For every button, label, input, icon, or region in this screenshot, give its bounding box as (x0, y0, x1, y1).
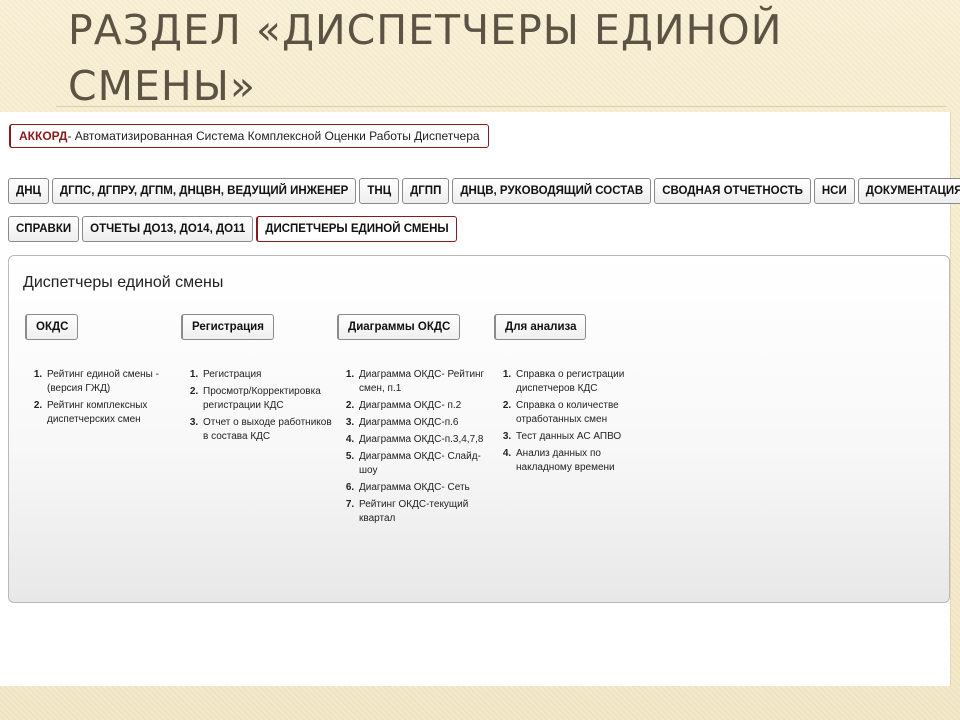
tab-nsi[interactable]: НСИ (813, 178, 855, 204)
list-item[interactable]: Анализ данных по накладному времени (514, 447, 654, 475)
list-item[interactable]: Справка о количестве отработанных смен (514, 399, 654, 427)
tab-summary-reports[interactable]: СВОДНАЯ ОТЧЕТНОСТЬ (654, 178, 811, 204)
app-window: АККОРД - Автоматизированная Система Комп… (0, 112, 960, 686)
okds-diagrams-button[interactable]: Диаграммы ОКДС (337, 314, 461, 340)
registration-button[interactable]: Регистрация (181, 314, 274, 340)
tab-dncv[interactable]: ДНЦВ, РУКОВОДЯЩИЙ СОСТАВ (452, 178, 652, 204)
list-link[interactable]: Диаграмма ОКДС-п.3,4,7,8 (359, 434, 483, 445)
list-link[interactable]: Диаграмма ОКДС- Сеть (359, 482, 470, 493)
slide-title: РАЗДЕЛ «ДИСПЕТЧЕРЫ ЕДИНОЙ СМЕНЫ» (68, 6, 783, 110)
list-link[interactable]: Справка о количестве отработанных смен (516, 400, 619, 425)
analysis-list: Справка о регистрации диспетчеров КДС Сп… (494, 368, 654, 478)
okds-list: Рейтинг единой смены - (версия ГЖД) Рейт… (25, 368, 165, 430)
content-panel: Диспетчеры единой смены ОКДС Регистрация… (8, 255, 950, 603)
tab-row-primary: ДНЦ ДГПС, ДГПРУ, ДГПМ, ДНЦВН, ВЕДУЩИЙ ИН… (8, 178, 960, 204)
list-link[interactable]: Рейтинг ОКДС-текущий квартал (359, 499, 468, 524)
list-link[interactable]: Рейтинг комплексных диспетчерских смен (47, 400, 147, 425)
tab-dgps[interactable]: ДГПС, ДГПРУ, ДГПМ, ДНЦВН, ВЕДУЩИЙ ИНЖЕНЕ… (51, 178, 357, 204)
app-title-box: АККОРД - Автоматизированная Система Комп… (9, 124, 489, 148)
list-item[interactable]: Справка о регистрации диспетчеров КДС (514, 368, 654, 396)
list-link[interactable]: Справка о регистрации диспетчеров КДС (516, 369, 624, 394)
tab-dnc[interactable]: ДНЦ (8, 178, 49, 204)
analysis-button[interactable]: Для анализа (494, 314, 587, 340)
panel-title: Диспетчеры единой смены (23, 274, 224, 291)
app-subtitle: - Автоматизированная Система Комплексной… (67, 129, 480, 143)
tab-documentation[interactable]: ДОКУМЕНТАЦИЯ (857, 178, 960, 204)
tab-references[interactable]: СПРАВКИ (8, 216, 80, 242)
list-link[interactable]: Диаграмма ОКДС- Рейтинг смен, п.1 (359, 369, 484, 394)
list-link[interactable]: Диаграмма ОКДС- п.2 (359, 400, 461, 411)
list-item[interactable]: Отчет о выходе работников в состава КДС (201, 416, 333, 444)
okds-button[interactable]: ОКДС (25, 314, 79, 340)
tab-unified-shift-dispatchers[interactable]: ДИСПЕТЧЕРЫ ЕДИНОЙ СМЕНЫ (256, 216, 457, 242)
list-item[interactable]: Рейтинг единой смены - (версия ГЖД) (45, 368, 165, 396)
list-item[interactable]: Диаграмма ОКДС- Сеть (357, 481, 489, 495)
list-link[interactable]: Рейтинг единой смены - (версия ГЖД) (47, 369, 159, 394)
title-divider (56, 106, 946, 107)
list-item[interactable]: Диаграмма ОКДС-п.3,4,7,8 (357, 433, 489, 447)
list-item[interactable]: Рейтинг ОКДС-текущий квартал (357, 498, 489, 526)
list-item[interactable]: Тест данных АС АПВО (514, 430, 654, 444)
app-brand: АККОРД (19, 129, 68, 143)
list-link[interactable]: Диаграмма ОКДС-п.6 (359, 417, 458, 428)
list-item[interactable]: Просмотр/Корректировка регистрации КДС (201, 385, 333, 413)
list-link[interactable]: Просмотр/Корректировка регистрации КДС (203, 386, 321, 411)
registration-list: Регистрация Просмотр/Корректировка регис… (181, 368, 333, 447)
tab-row-secondary: СПРАВКИ ОТЧЕТЫ ДО13, ДО14, ДО11 ДИСПЕТЧЕ… (8, 216, 457, 242)
list-link[interactable]: Диаграмма ОКДС- Слайд-шоу (359, 451, 481, 476)
list-item[interactable]: Рейтинг комплексных диспетчерских смен (45, 399, 165, 427)
list-item[interactable]: Диаграмма ОКДС- Рейтинг смен, п.1 (357, 368, 489, 396)
list-item[interactable]: Диаграмма ОКДС- Слайд-шоу (357, 450, 489, 478)
list-link[interactable]: Регистрация (203, 369, 261, 380)
list-item[interactable]: Диаграмма ОКДС-п.6 (357, 416, 489, 430)
list-link[interactable]: Тест данных АС АПВО (516, 431, 621, 442)
tab-tnc[interactable]: ТНЦ (359, 178, 400, 204)
tab-dgpp[interactable]: ДГПП (402, 178, 450, 204)
list-item[interactable]: Диаграмма ОКДС- п.2 (357, 399, 489, 413)
tab-reports-do[interactable]: ОТЧЕТЫ ДО13, ДО14, ДО11 (82, 216, 254, 242)
list-link[interactable]: Анализ данных по накладному времени (516, 448, 615, 473)
okds-diagrams-list: Диаграмма ОКДС- Рейтинг смен, п.1 Диагра… (337, 368, 489, 529)
list-item[interactable]: Регистрация (201, 368, 333, 382)
list-link[interactable]: Отчет о выходе работников в состава КДС (203, 417, 332, 442)
